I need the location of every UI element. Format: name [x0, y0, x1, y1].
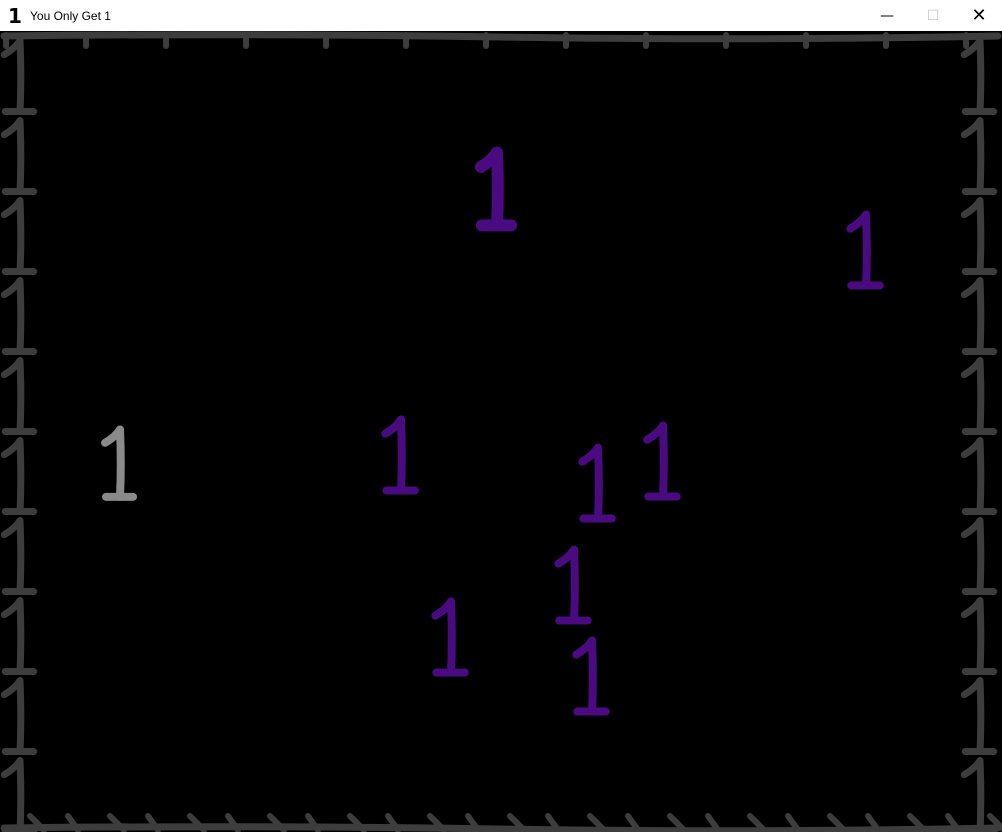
window-controls: — ☐ ✕	[864, 0, 1002, 31]
enemy-one	[554, 545, 592, 625]
border-one-right	[960, 357, 998, 436]
enemy-one	[643, 421, 681, 501]
border-one-left	[0, 437, 38, 516]
border-one-right	[960, 117, 998, 196]
border-one-left	[0, 757, 38, 832]
border-one-left	[0, 357, 38, 436]
app-icon: 1	[8, 3, 22, 28]
game-canvas[interactable]	[0, 31, 1002, 832]
border-one-right	[960, 197, 998, 276]
enemy-one	[381, 415, 419, 495]
maximize-button: ☐	[926, 7, 940, 24]
minimize-button[interactable]: —	[864, 0, 910, 31]
border-one-right	[960, 37, 998, 116]
border-one-left	[0, 277, 38, 356]
border-one-right	[960, 757, 998, 832]
enemy-one	[846, 210, 884, 290]
border-one-left	[0, 37, 38, 116]
sprite-layer	[101, 146, 884, 716]
enemy-one	[431, 597, 469, 677]
border-one-left	[0, 597, 38, 676]
border-one-left	[0, 517, 38, 596]
title-bar[interactable]: 1 You Only Get 1 — ☐ ✕	[0, 0, 1002, 32]
border-one-right	[960, 677, 998, 756]
enemy-one	[578, 443, 616, 523]
enemy-one	[572, 636, 610, 716]
close-button[interactable]: ✕	[956, 0, 1002, 31]
border-one-right	[960, 517, 998, 596]
border-one-right	[960, 597, 998, 676]
enemy-one	[474, 146, 518, 232]
border-one-left	[0, 197, 38, 276]
border-one-left	[0, 677, 38, 756]
border-one-right	[960, 277, 998, 356]
game-scene	[0, 31, 1002, 832]
border-one-left	[0, 117, 38, 196]
window-title: You Only Get 1	[30, 8, 111, 23]
player-one	[101, 425, 138, 501]
border-top	[0, 31, 1002, 43]
border-one-right	[960, 437, 998, 516]
